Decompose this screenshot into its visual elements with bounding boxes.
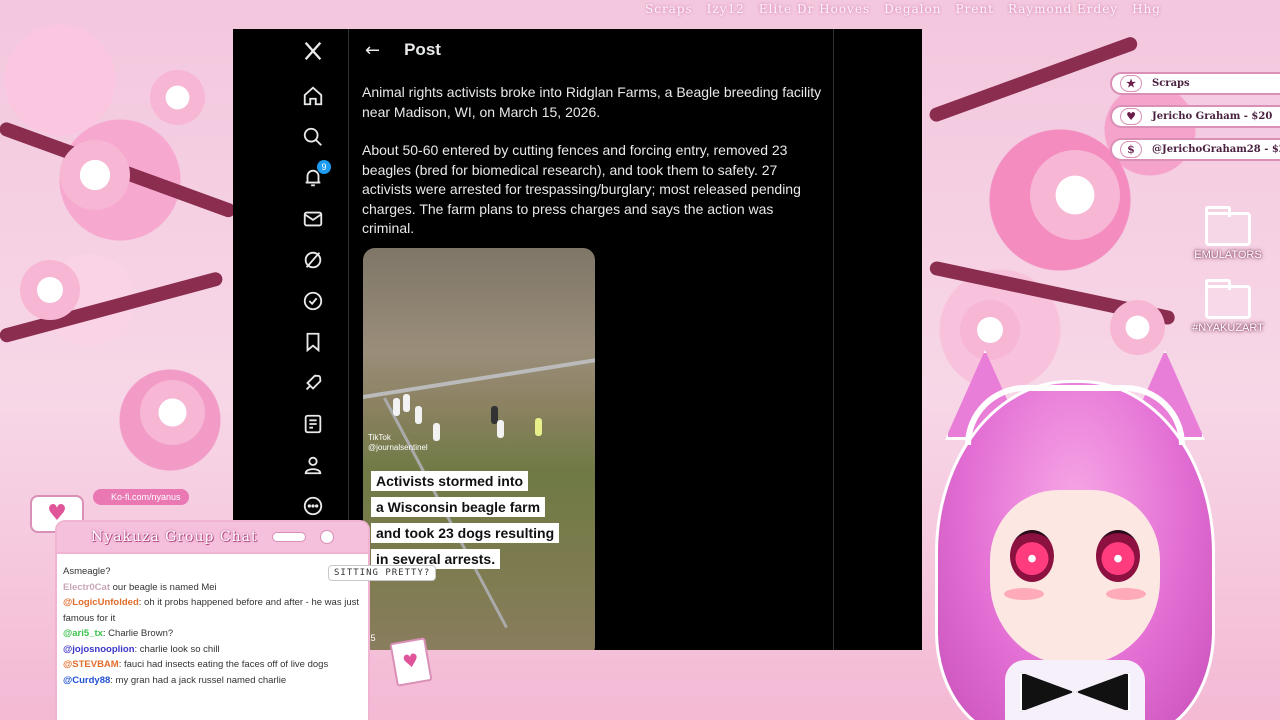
ticker-item: Scraps <box>645 2 693 16</box>
avatar-bow <box>1020 672 1130 712</box>
chat-text: : charlie look so chill <box>134 643 220 655</box>
chat-header: Nyakuza Group Chat <box>57 522 368 554</box>
lists-icon[interactable] <box>301 412 325 436</box>
post-paragraph: Animal rights activists broke into Ridgl… <box>362 84 822 120</box>
chat-text: : fauci had insects eating the faces off… <box>118 659 329 670</box>
search-icon[interactable] <box>301 125 325 149</box>
chat-username: @LogicUnfolded <box>63 597 139 608</box>
love-letter-icon: ♥ <box>389 637 433 687</box>
desktop-folder[interactable]: #NYAKUZART <box>1183 279 1273 334</box>
verified-icon[interactable] <box>301 289 325 313</box>
ticker-item: Elite Dr Hooves <box>758 2 871 16</box>
chat-text: Asmeagle? <box>63 566 111 577</box>
avatar-face <box>990 490 1160 665</box>
post-header: ← Post <box>349 29 833 71</box>
video-scene <box>403 394 410 412</box>
chat-text: our beagle is named Mei <box>110 581 217 593</box>
avatar-blush <box>1004 588 1044 600</box>
page-title: Post <box>404 40 441 59</box>
video-scene <box>497 420 504 438</box>
chat-username: Electr0Cat <box>63 581 110 593</box>
video-scene <box>363 355 595 401</box>
ticker-item: Izy12 <box>706 2 745 16</box>
chat-username: @ari5_tx <box>63 628 103 639</box>
home-icon[interactable] <box>301 84 325 108</box>
x-logo-icon[interactable] <box>301 39 325 63</box>
post-video[interactable]: TikTok @journalsentinel Activists storme… <box>363 248 595 650</box>
avatar-eye <box>1010 530 1054 582</box>
video-scene <box>433 423 440 441</box>
window-control <box>319 530 334 544</box>
event-text: @JerichoGraham28 - $2 <box>1152 144 1280 155</box>
chat-message: @STEVBAM: fauci had insects eating the f… <box>63 657 362 673</box>
window-control <box>271 532 306 542</box>
bookmarks-icon[interactable] <box>301 330 325 354</box>
notification-badge: 9 <box>317 160 331 174</box>
video-scene <box>393 398 400 416</box>
chat-message: @Curdy88: my gran had a jack russel name… <box>63 673 362 689</box>
chat-messages: Asmeagle? Electr0Cat our beagle is named… <box>57 554 368 688</box>
sitting-pretty-tag: SITTING PRETTY? <box>328 565 437 581</box>
post-text: Animal rights activists broke into Ridgl… <box>362 83 822 258</box>
folder-icon <box>1205 279 1251 319</box>
chat-message: Electr0Cat our beagle is named Mei <box>63 580 362 596</box>
dollar-icon: $ <box>1120 141 1142 158</box>
event-text: Scraps <box>1152 78 1190 89</box>
post-paragraph: About 50-60 entered by cutting fences an… <box>362 142 801 236</box>
ticker-item: Raymond Erdey <box>1007 2 1119 16</box>
video-captions: Activists stormed into a Wisconsin beagl… <box>371 471 560 575</box>
chat-message: @LogicUnfolded: oh it probs happened bef… <box>63 595 362 626</box>
back-arrow-icon[interactable]: ← <box>365 40 380 61</box>
folder-icon <box>1205 206 1251 246</box>
desktop-folder[interactable]: EMULATORS <box>1183 206 1273 261</box>
chat-username: @Curdy88 <box>63 674 111 686</box>
grok-icon[interactable] <box>301 248 325 272</box>
event-alert: $ @JerichoGraham28 - $2 <box>1110 138 1280 161</box>
avatar-headband <box>965 385 1185 445</box>
video-caption: and took 23 dogs resulting <box>371 523 560 543</box>
video-caption: Activists stormed into <box>371 471 529 491</box>
supporter-ticker: Scraps Izy12 Elite Dr Hooves Degalon Pre… <box>645 2 1280 20</box>
video-caption: a Wisconsin beagle farm <box>371 497 546 517</box>
video-scene <box>415 406 422 424</box>
more-icon[interactable] <box>301 494 325 518</box>
avatar-eye <box>1096 530 1140 582</box>
chat-message: Asmeagle? <box>63 564 362 580</box>
event-alert: ★ Scraps <box>1110 72 1280 95</box>
heart-icon: ♥ <box>1120 108 1142 125</box>
tiktok-handle: @journalsentinel <box>368 443 428 452</box>
tiktok-watermark: TikTok @journalsentinel <box>368 433 428 453</box>
rocket-icon[interactable] <box>301 371 325 395</box>
chat-username: @jojosnooplion <box>63 643 135 655</box>
chat-title: Nyakuza Group Chat <box>91 529 258 545</box>
tiktok-label: TikTok <box>368 433 391 442</box>
kofi-link[interactable]: Ko-fi.com/nyanus <box>93 489 189 505</box>
star-icon: ★ <box>1120 75 1142 92</box>
chat-text: : my gran had a jack russel named charli… <box>110 674 287 686</box>
ticker-item: Prent <box>955 2 994 16</box>
avatar-blush <box>1106 588 1146 600</box>
event-text: Jericho Graham - $20 <box>1152 111 1273 122</box>
chat-text: : Charlie Brown? <box>102 628 174 639</box>
folder-label: EMULATORS <box>1194 249 1262 261</box>
chat-username: @STEVBAM <box>63 659 119 670</box>
folder-label: #NYAKUZART <box>1192 322 1264 334</box>
notifications-icon[interactable]: 9 <box>301 160 331 190</box>
event-alert: ♥ Jericho Graham - $20 <box>1110 105 1280 128</box>
recent-events-panel: ★ Scraps ♥ Jericho Graham - $20 $ @Jeric… <box>1110 72 1280 171</box>
ticker-item: Degalon <box>884 2 942 16</box>
vtuber-avatar <box>905 350 1245 720</box>
chat-message: @ari5_tx: Charlie Brown? <box>63 626 362 642</box>
chat-message: @jojosnooplion: charlie look so chill <box>63 642 362 658</box>
profile-icon[interactable] <box>301 453 325 477</box>
video-scene <box>535 418 542 436</box>
post-column: ← Post Animal rights activists broke int… <box>348 29 834 650</box>
chat-box: Nyakuza Group Chat Asmeagle? Electr0Cat … <box>55 520 370 720</box>
messages-icon[interactable] <box>301 207 325 231</box>
ticker-item: Hhg <box>1132 2 1161 16</box>
